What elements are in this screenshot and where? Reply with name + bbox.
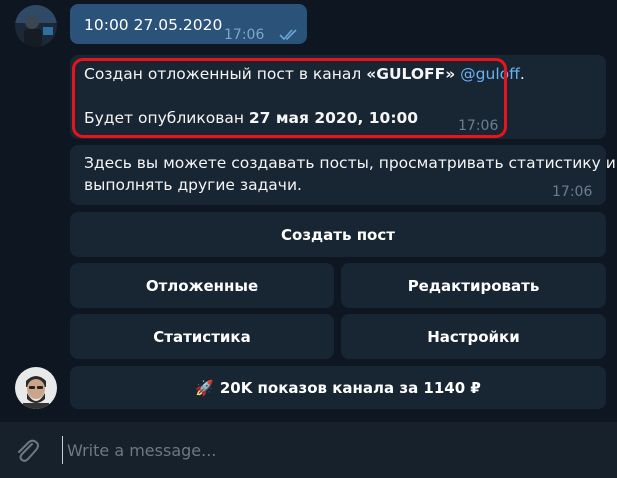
- settings-button[interactable]: Настройки: [341, 314, 606, 359]
- rocket-icon: 🚀: [195, 378, 214, 397]
- message-composer: [0, 422, 617, 478]
- double-check-icon: [279, 25, 299, 47]
- publish-date-line: Будет опубликован 27 мая 2020, 10:00: [84, 109, 419, 127]
- settings-label: Настройки: [427, 327, 520, 346]
- info-message[interactable]: Здесь вы можете создавать посты, просмат…: [70, 145, 616, 205]
- paperclip-icon[interactable]: [14, 437, 40, 469]
- outgoing-message[interactable]: 10:00 27.05.2020 17:06: [70, 4, 307, 44]
- create-post-label: Создать пост: [281, 225, 395, 244]
- user-avatar[interactable]: [15, 5, 57, 47]
- message-input[interactable]: [62, 436, 597, 464]
- statistics-label: Статистика: [153, 327, 251, 346]
- bot-avatar[interactable]: [15, 367, 57, 409]
- outgoing-message-text: 10:00 27.05.2020: [84, 16, 223, 34]
- scheduled-posts-label: Отложенные: [145, 276, 259, 295]
- info-message-line-2: выполнять другие задачи.: [84, 176, 302, 194]
- info-message-line-1: Здесь вы можете создавать посты, просмат…: [84, 154, 616, 172]
- promo-button[interactable]: 🚀 20K показов канала за 1140 ₽: [70, 366, 606, 409]
- scheduled-post-message[interactable]: Создан отложенный пост в канал «GULOFF» …: [70, 55, 606, 139]
- channel-mention-link[interactable]: @guloff: [460, 65, 520, 83]
- statistics-button[interactable]: Статистика: [70, 314, 334, 359]
- outgoing-message-time: 17:06: [224, 27, 265, 43]
- post-message-time: 17:06: [458, 118, 499, 134]
- edit-label: Редактировать: [407, 276, 540, 295]
- edit-button[interactable]: Редактировать: [341, 263, 606, 308]
- publish-date: 27 мая 2020, 10:00: [248, 109, 419, 127]
- promo-label: 20K показов канала за 1140 ₽: [219, 378, 481, 397]
- info-message-time: 17:06: [552, 184, 593, 200]
- scheduled-posts-button[interactable]: Отложенные: [70, 263, 334, 308]
- post-created-line: Создан отложенный пост в канал «GULOFF» …: [84, 65, 525, 83]
- channel-name: «GULOFF»: [366, 65, 456, 83]
- create-post-button[interactable]: Создать пост: [70, 212, 606, 257]
